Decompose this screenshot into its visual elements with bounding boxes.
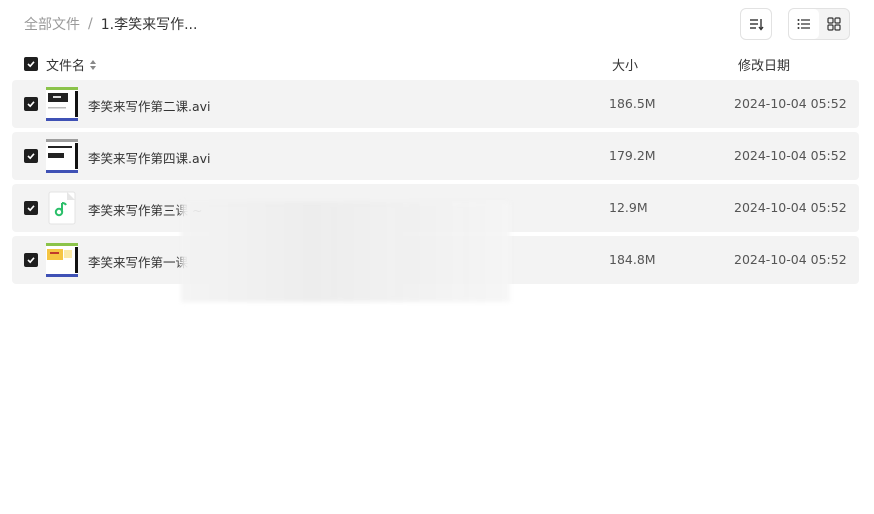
check-icon (27, 153, 35, 160)
file-size: 186.5M (609, 96, 656, 111)
row-checkbox[interactable] (24, 149, 38, 163)
file-date: 2024-10-04 05:52 (734, 200, 847, 215)
table-row[interactable]: 李笑来写作第二课.avi 186.5M 2024-10-04 05:52 (12, 80, 859, 128)
video-thumbnail (46, 139, 78, 173)
file-date: 2024-10-04 05:52 (734, 252, 847, 267)
file-name[interactable]: 李笑来写作第一课 (88, 252, 188, 271)
breadcrumb-separator: / (88, 16, 93, 32)
column-header-date[interactable]: 修改日期 (738, 55, 790, 74)
check-icon (27, 101, 35, 108)
select-all-checkbox[interactable] (24, 57, 38, 71)
file-browser: 全部文件 / 1.李笑来写作... 文件名 大小 修改日期 李笑来写作第二课.a… (0, 0, 874, 514)
sort-icon (750, 19, 764, 31)
check-icon (27, 61, 35, 68)
file-date: 2024-10-04 05:52 (734, 96, 847, 111)
view-toggle (788, 8, 850, 40)
video-thumbnail (46, 87, 78, 121)
file-size: 179.2M (609, 148, 656, 163)
breadcrumb: 全部文件 / 1.李笑来写作... (24, 14, 197, 34)
column-header-size[interactable]: 大小 (612, 55, 638, 74)
file-name[interactable]: 李笑来写作第四课.avi (88, 148, 211, 167)
file-size: 12.9M (609, 200, 648, 215)
check-icon (27, 257, 35, 264)
breadcrumb-current: 1.李笑来写作... (100, 17, 198, 33)
row-checkbox[interactable] (24, 97, 38, 111)
row-checkbox[interactable] (24, 201, 38, 215)
audio-file-icon (48, 191, 76, 225)
sort-toggle-icon (90, 59, 97, 70)
file-name[interactable]: 李笑来写作第二课.avi (88, 96, 211, 115)
table-header: 文件名 大小 修改日期 (12, 52, 859, 76)
list-view-icon (797, 19, 810, 29)
grid-view-button[interactable] (819, 9, 849, 39)
file-size: 184.8M (609, 252, 656, 267)
breadcrumb-root-link[interactable]: 全部文件 (24, 14, 80, 34)
video-thumbnail (46, 243, 78, 277)
column-header-name[interactable]: 文件名 (46, 55, 97, 74)
file-date: 2024-10-04 05:52 (734, 148, 847, 163)
list-view-button[interactable] (789, 9, 819, 39)
column-header-name-label: 文件名 (46, 59, 86, 74)
sort-button[interactable] (740, 8, 772, 40)
check-icon (27, 205, 35, 212)
table-row[interactable]: 李笑来写作第四课.avi 179.2M 2024-10-04 05:52 (12, 132, 859, 180)
blurred-overlay (181, 202, 510, 302)
grid-view-icon (827, 17, 841, 31)
row-checkbox[interactable] (24, 253, 38, 267)
